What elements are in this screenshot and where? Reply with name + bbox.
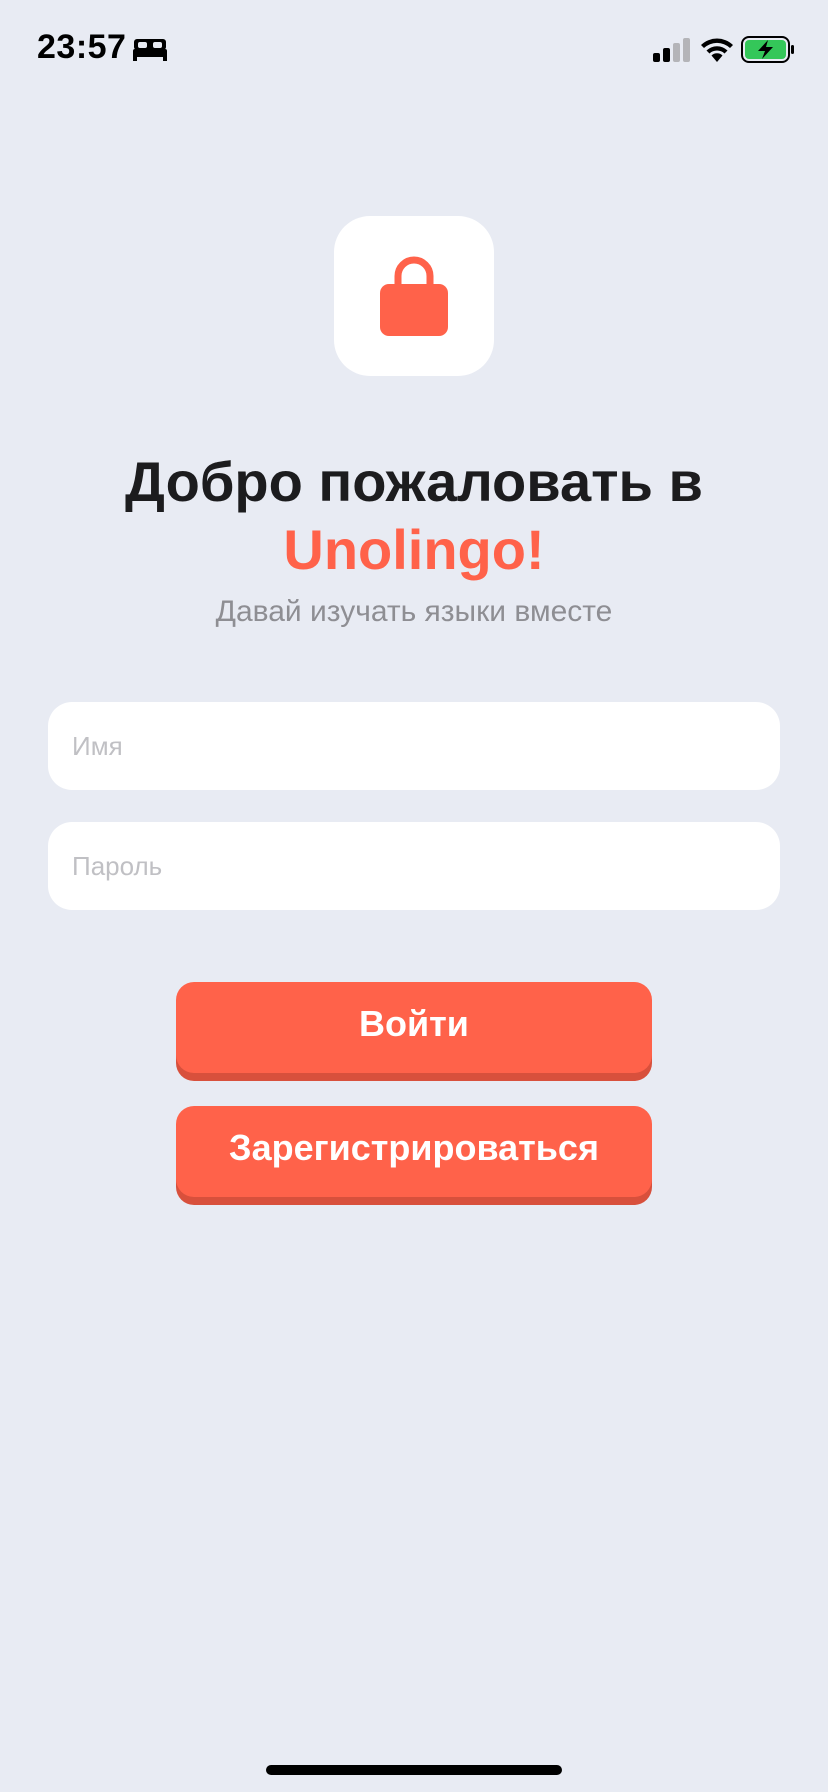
wifi-icon (701, 38, 733, 62)
status-bar: 23:57 (0, 0, 828, 100)
cellular-signal-icon (653, 38, 690, 62)
status-time: 23:57 (37, 28, 127, 66)
battery-charging-icon (741, 36, 794, 63)
bed-icon (133, 39, 167, 61)
app-logo (334, 216, 494, 376)
brand-name: Unolingo! (283, 518, 545, 581)
welcome-title: Добро пожаловать в (125, 450, 703, 513)
home-indicator[interactable] (266, 1765, 562, 1775)
login-button[interactable]: Войти (176, 982, 652, 1073)
register-button[interactable]: Зарегистрироваться (176, 1106, 652, 1197)
password-input[interactable] (48, 822, 780, 910)
name-input[interactable] (48, 702, 780, 790)
lock-icon (380, 256, 448, 336)
login-screen: 23:57 Добро пожаловать в Unolingo! Давай… (0, 0, 828, 1792)
welcome-subtitle: Давай изучать языки вместе (215, 595, 613, 628)
